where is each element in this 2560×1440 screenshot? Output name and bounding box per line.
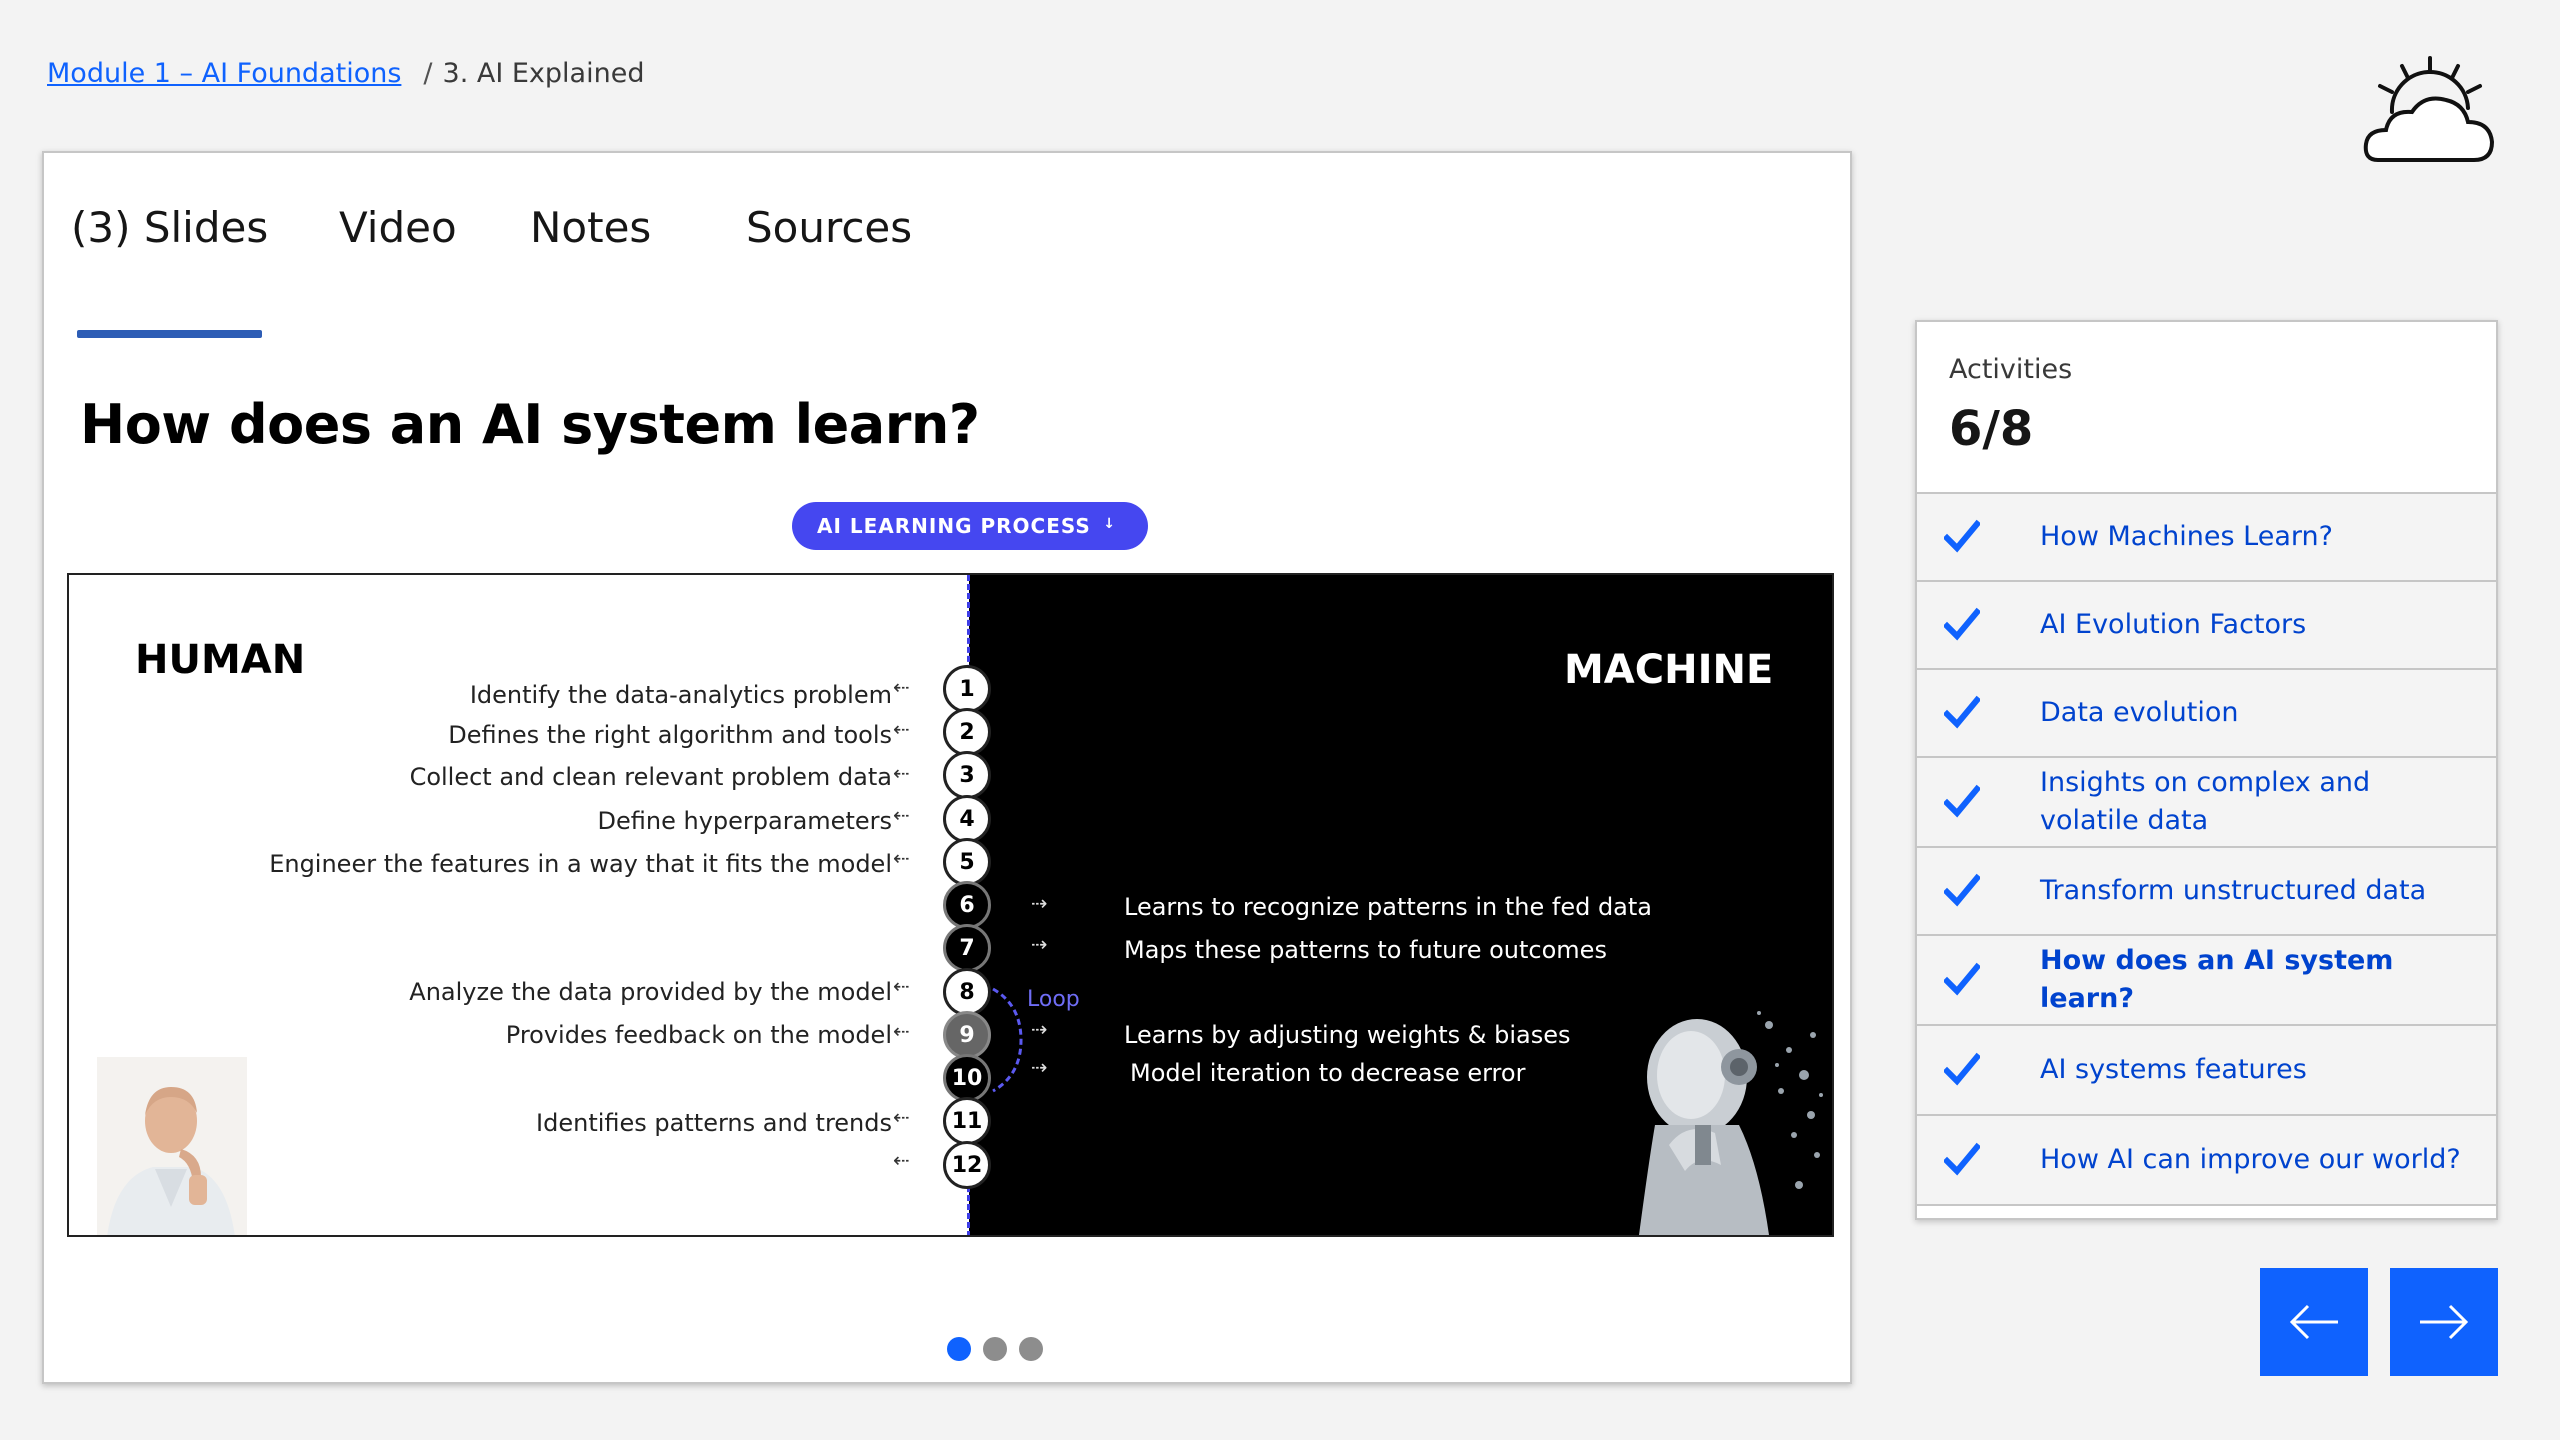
checkmark-icon <box>1944 695 1980 729</box>
tab-video[interactable]: Video <box>339 203 457 252</box>
activity-label: AI systems features <box>2040 1054 2307 1085</box>
activity-label: Transform unstructured data <box>2040 875 2427 906</box>
activity-label: How does an AI system learn? <box>2040 945 2394 1014</box>
machine-step-text: Maps these patterns to future outcomes <box>1124 936 1607 964</box>
right-arrow: ⇢ <box>1031 932 1048 956</box>
step-circle: 3 <box>943 751 991 799</box>
activities-panel: Activities 6/8 How Machines Learn? AI Ev… <box>1915 320 2498 1220</box>
tab-bar: (3) Slides Video Notes Sources <box>44 203 1044 338</box>
activity-label: Data evolution <box>2040 697 2239 728</box>
human-step-text: Identifies patterns and trends <box>536 1109 892 1137</box>
slide-title: How does an AI system learn? <box>80 393 980 456</box>
checkmark-icon <box>1944 962 1980 996</box>
breadcrumb-separator: / <box>423 58 433 89</box>
pagination-dot-2[interactable] <box>983 1337 1007 1361</box>
activity-item[interactable]: Data evolution <box>1917 670 2496 758</box>
left-arrow: ⇠ <box>893 1019 910 1043</box>
activity-item[interactable]: How AI can improve our world? <box>1917 1116 2496 1206</box>
process-label: AI LEARNING PROCESS <box>817 514 1091 538</box>
active-tab-indicator <box>77 330 262 338</box>
activity-item-current[interactable]: How does an AI system learn? <box>1917 936 2496 1026</box>
activity-label: Insights on complex and volatile data <box>2040 767 2371 836</box>
activities-label: Activities <box>1949 354 2073 385</box>
checkmark-icon <box>1944 873 1980 907</box>
machine-heading: MACHINE <box>1564 647 1774 693</box>
checkmark-icon <box>1944 519 1980 553</box>
arrow-right-icon <box>2420 1304 2469 1340</box>
checkmark-icon <box>1944 1142 1980 1176</box>
sun-cloud-icon <box>2360 52 2500 172</box>
human-step-text: Identify the data-analytics problem <box>469 681 892 709</box>
breadcrumb: Module 1 – AI Foundations / 3. AI Explai… <box>47 58 644 89</box>
activities-header: Activities 6/8 <box>1917 322 2496 494</box>
pagination-dot-3[interactable] <box>1019 1337 1043 1361</box>
previous-button[interactable] <box>2260 1268 2368 1376</box>
tab-notes[interactable]: Notes <box>530 203 651 252</box>
step-circle: 6 <box>943 881 991 929</box>
right-arrow: ⇢ <box>1031 1017 1048 1041</box>
right-arrow: ⇢ <box>1031 891 1048 915</box>
human-step-text: Provides feedback on the model <box>505 1021 892 1049</box>
process-tick: ↓ <box>1103 516 1116 532</box>
robot-image <box>1639 1011 1823 1235</box>
machine-step-text: Model iteration to decrease error <box>1130 1059 1526 1087</box>
right-arrow: ⇢ <box>1031 1055 1048 1079</box>
machine-step-text: Learns by adjusting weights & biases <box>1124 1021 1571 1049</box>
breadcrumb-current: 3. AI Explained <box>442 58 645 89</box>
thinking-man-image <box>97 1057 247 1235</box>
checkmark-icon <box>1944 607 1980 641</box>
human-step-text: Collect and clean relevant problem data <box>409 763 892 791</box>
tab-slides[interactable]: (3) Slides <box>71 203 268 252</box>
activity-label: AI Evolution Factors <box>2040 609 2307 640</box>
left-arrow: ⇠ <box>893 717 910 741</box>
step-circle: 1 <box>943 665 991 713</box>
left-arrow: ⇠ <box>893 1105 910 1129</box>
step-circle: 2 <box>943 708 991 756</box>
checkmark-icon <box>1944 784 1980 818</box>
tab-sources[interactable]: Sources <box>746 203 912 252</box>
human-step-text: Analyze the data provided by the model <box>409 978 892 1006</box>
activity-label: How AI can improve our world? <box>2040 1144 2461 1175</box>
activity-item[interactable]: How Machines Learn? <box>1917 494 2496 582</box>
activities-count: 6/8 <box>1949 401 2034 457</box>
step-circle: 9 <box>943 1011 991 1059</box>
human-step-text: Engineer the features in a way that it f… <box>269 850 892 878</box>
left-arrow: ⇠ <box>893 1148 910 1172</box>
activity-item[interactable]: AI Evolution Factors <box>1917 582 2496 670</box>
left-arrow: ⇠ <box>893 761 910 785</box>
activity-item[interactable]: Insights on complex and volatile data <box>1917 758 2496 848</box>
activity-label: How Machines Learn? <box>2040 521 2333 552</box>
pagination-dot-1[interactable] <box>947 1337 971 1361</box>
activity-item[interactable]: Transform unstructured data <box>1917 848 2496 936</box>
left-arrow: ⇠ <box>893 846 910 870</box>
arrow-left-icon <box>2289 1304 2338 1340</box>
breadcrumb-module-link[interactable]: Module 1 – AI Foundations <box>47 58 401 89</box>
process-label-pill: AI LEARNING PROCESS ↓ <box>792 502 1148 550</box>
human-step-text: Defines the right algorithm and tools <box>448 721 892 749</box>
step-circle: 5 <box>943 838 991 886</box>
step-circle: 10 <box>943 1054 991 1102</box>
left-arrow: ⇠ <box>893 803 910 827</box>
checkmark-icon <box>1944 1052 1980 1086</box>
learning-diagram: HUMAN MACHINE Identify the data-analytic… <box>67 573 1834 1237</box>
left-arrow: ⇠ <box>893 675 910 699</box>
next-button[interactable] <box>2390 1268 2498 1376</box>
loop-bracket <box>992 987 1023 1093</box>
slides-card: (3) Slides Video Notes Sources How does … <box>42 151 1852 1384</box>
loop-label: Loop <box>1027 987 1080 1012</box>
human-step-text: Define hyperparameters <box>597 807 892 835</box>
step-circle: 12 <box>943 1141 991 1189</box>
step-circle: 11 <box>943 1097 991 1145</box>
step-circle: 8 <box>943 968 991 1016</box>
activity-item[interactable]: AI systems features <box>1917 1026 2496 1116</box>
slide-pagination <box>947 1337 1043 1361</box>
machine-step-text: Learns to recognize patterns in the fed … <box>1124 893 1652 921</box>
human-heading: HUMAN <box>135 637 306 683</box>
step-circle: 4 <box>943 795 991 843</box>
step-circle: 7 <box>943 924 991 972</box>
left-arrow: ⇠ <box>893 974 910 998</box>
